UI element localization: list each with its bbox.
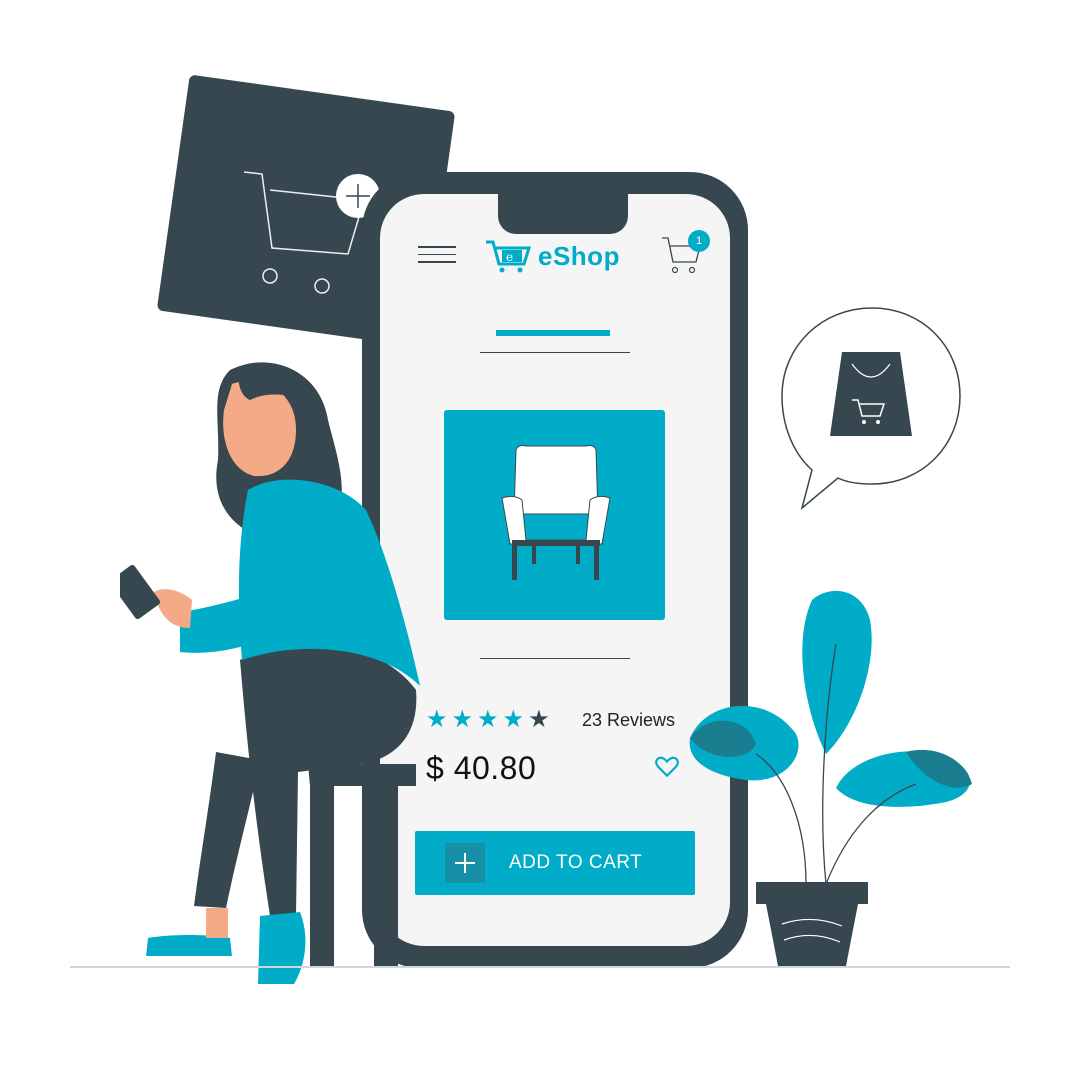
title-placeholder-bar bbox=[496, 330, 610, 336]
illustration-scene: e eShop 1 ★ ★ ★ ★ ★ 23 Reviews $ 40.80 A… bbox=[0, 0, 1080, 1080]
woman-with-phone bbox=[120, 362, 420, 984]
cart-count-badge: 1 bbox=[688, 230, 710, 252]
star-icon: ★ bbox=[451, 706, 474, 733]
ground-line bbox=[70, 966, 1010, 968]
product-price: $ 40.80 bbox=[426, 750, 537, 786]
brand-logo[interactable]: e eShop bbox=[484, 238, 620, 274]
rating-stars: ★ ★ ★ ★ ★ bbox=[426, 708, 550, 732]
shopping-bag-bubble bbox=[781, 307, 961, 511]
reviews-count[interactable]: 23 Reviews bbox=[582, 710, 675, 731]
add-to-cart-label: ADD TO CART bbox=[509, 852, 643, 873]
divider bbox=[480, 352, 630, 353]
star-icon: ★ bbox=[528, 706, 550, 733]
star-icon: ★ bbox=[477, 706, 499, 733]
add-to-cart-button[interactable]: ADD TO CART bbox=[415, 831, 695, 895]
potted-plant bbox=[689, 590, 972, 966]
star-icon: ★ bbox=[502, 706, 525, 733]
plus-icon bbox=[445, 843, 485, 883]
phone-notch bbox=[498, 190, 628, 234]
heart-icon[interactable] bbox=[654, 754, 680, 780]
menu-icon[interactable] bbox=[418, 246, 456, 266]
divider bbox=[480, 658, 630, 659]
svg-text:e: e bbox=[506, 250, 513, 264]
cart-logo-icon: e bbox=[486, 240, 532, 273]
armchair-icon bbox=[501, 445, 611, 580]
brand-name: eShop bbox=[538, 240, 620, 271]
